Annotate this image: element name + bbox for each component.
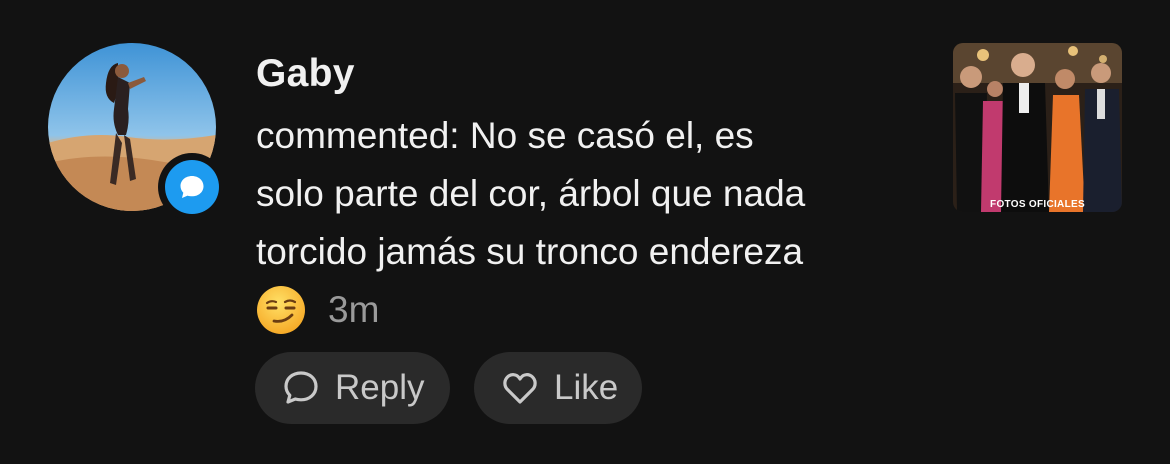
chat-bubble-icon (180, 176, 204, 198)
comment-line: torcido jamás su tronco endereza (256, 231, 804, 272)
badge-circle (165, 160, 219, 214)
comment-text: commented: No se casó el, es solo parte … (256, 107, 926, 339)
comment-line: solo parte del cor, árbol que nada (256, 173, 806, 214)
heart-outline-icon (500, 368, 540, 408)
reply-button[interactable]: Reply (255, 352, 450, 424)
comment-line: commented: No se casó el, es (256, 115, 754, 156)
timestamp: 3m (328, 289, 380, 330)
comment-badge (158, 153, 226, 221)
username[interactable]: Gaby (256, 52, 355, 96)
thumbnail-caption: FOTOS OFICIALES (990, 199, 1085, 210)
action-buttons: Reply Like (255, 352, 642, 424)
smirk-emoji-icon (257, 286, 305, 334)
user-avatar-wrapper[interactable] (48, 43, 226, 221)
like-button[interactable]: Like (474, 352, 642, 424)
comment-meta: 3m (256, 281, 926, 339)
post-thumbnail[interactable]: FOTOS OFICIALES (953, 43, 1122, 212)
post-thumbnail-image (953, 43, 1122, 212)
reply-label: Reply (335, 368, 425, 407)
like-label: Like (554, 368, 619, 407)
chat-bubble-outline-icon (281, 368, 321, 408)
comment-notification[interactable]: Gaby commented: No se casó el, es solo p… (0, 0, 1170, 464)
